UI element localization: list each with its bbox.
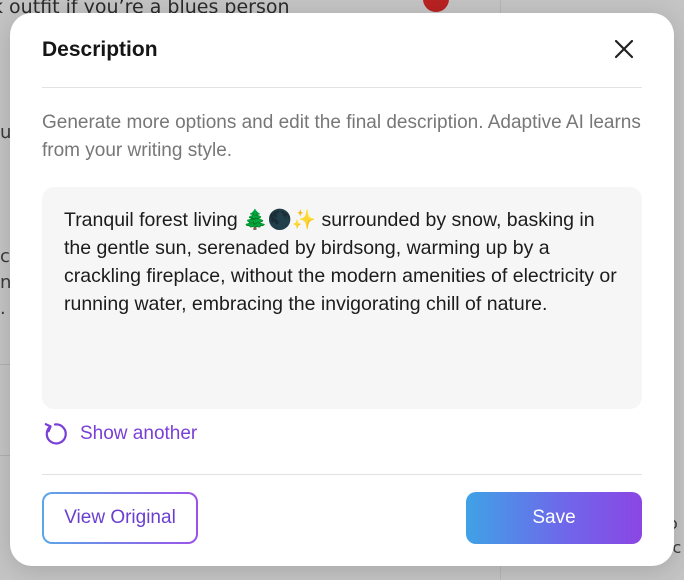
description-textarea[interactable]: Tranquil forest living 🌲🌑✨ surrounded by… [42,187,642,409]
description-dialog: Description Generate more options and ed… [10,13,674,566]
close-button[interactable] [612,37,636,61]
save-button[interactable]: Save [466,492,642,544]
background-text-fragment: . [0,298,6,319]
close-icon [614,39,634,59]
dialog-title: Description [42,38,158,61]
show-another-button[interactable]: Show another [42,419,197,449]
view-original-label: View Original [64,507,176,528]
header-divider [42,87,642,88]
save-label: Save [532,507,576,528]
footer-divider [42,474,642,475]
dialog-intro-text: Generate more options and edit the final… [42,112,641,161]
background-text-fragment: c [0,246,10,267]
view-original-button[interactable]: View Original [42,492,198,544]
refresh-icon [44,423,67,445]
notification-badge [423,0,449,12]
show-another-label: Show another [80,423,198,444]
